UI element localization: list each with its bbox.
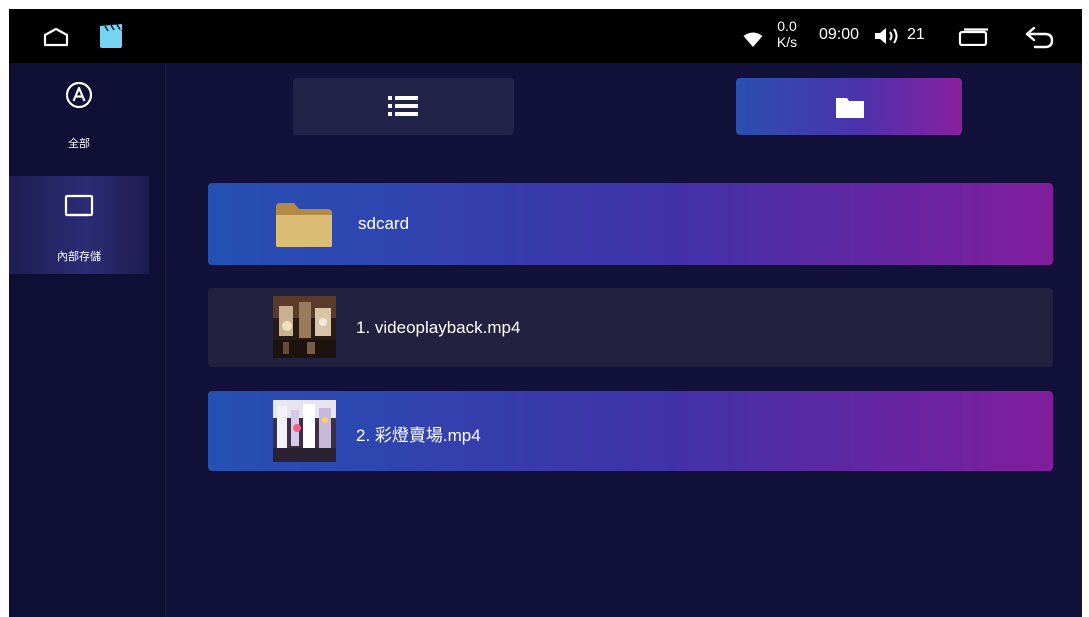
file-name: sdcard: [358, 214, 410, 233]
sidebar-item-label: 內部存儲: [57, 251, 101, 263]
file-row-video[interactable]: 2. 彩燈賣場.mp4: [208, 391, 1053, 471]
home-icon[interactable]: [43, 27, 69, 52]
tab-folder-view[interactable]: [736, 78, 962, 135]
back-arrow-icon[interactable]: [1023, 25, 1055, 54]
circle-a-icon: [65, 81, 93, 114]
folder-icon: [274, 201, 334, 254]
video-thumbnail: [273, 400, 336, 462]
volume-level: 21: [907, 26, 925, 43]
file-name: 1. videoplayback.mp4: [356, 318, 521, 337]
sidebar: 全部 內部存儲: [9, 63, 166, 617]
folder-view-icon: [835, 95, 865, 124]
screen: 0.0 K/s 09:00 21 全部 內部存儲 sdcard 1. video…: [9, 9, 1082, 617]
file-name: 2. 彩燈賣場.mp4: [356, 426, 481, 445]
recent-apps-icon[interactable]: [955, 28, 991, 51]
list-view-icon: [388, 94, 418, 123]
net-speed-unit: K/s: [776, 34, 798, 50]
file-row-sdcard[interactable]: sdcard: [208, 183, 1053, 265]
storage-monitor-icon: [64, 194, 94, 223]
sidebar-item-all[interactable]: 全部: [9, 73, 149, 171]
net-speed-value: 0.0: [777, 18, 797, 34]
clock: 09:00: [819, 26, 860, 43]
wifi-icon: [743, 32, 763, 53]
tab-list-view[interactable]: [293, 78, 514, 135]
file-row-video[interactable]: 1. videoplayback.mp4: [208, 288, 1053, 367]
video-thumbnail: [273, 296, 336, 358]
sidebar-item-internal-storage[interactable]: 內部存儲: [9, 176, 149, 274]
sidebar-item-label: 全部: [68, 138, 90, 150]
volume-icon[interactable]: [873, 26, 903, 51]
status-bar: 0.0 K/s 09:00 21: [9, 9, 1082, 63]
net-speed: 0.0 K/s: [770, 18, 804, 50]
video-clapper-icon[interactable]: [99, 23, 123, 54]
